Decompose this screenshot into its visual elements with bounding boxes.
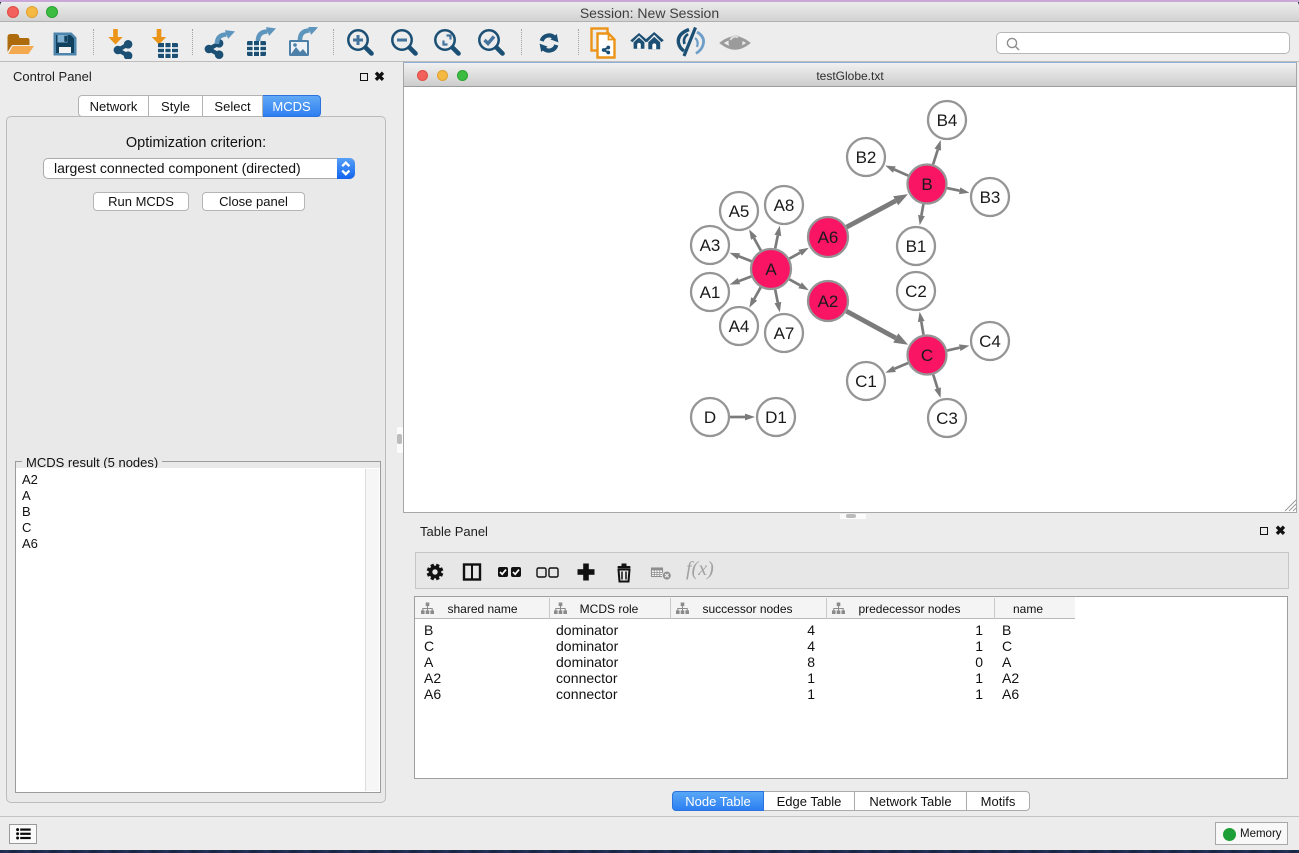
svg-text:A1: A1 [700,283,721,302]
svg-text:C: C [921,346,933,365]
svg-text:C3: C3 [936,409,958,428]
svg-text:A: A [765,260,777,279]
svg-text:B3: B3 [980,188,1001,207]
svg-text:A4: A4 [729,317,750,336]
svg-text:C4: C4 [979,332,1001,351]
svg-text:B2: B2 [856,148,877,167]
svg-text:A7: A7 [774,324,795,343]
svg-text:A5: A5 [729,202,750,221]
svg-text:D1: D1 [765,408,787,427]
svg-text:A2: A2 [818,292,839,311]
svg-text:B4: B4 [937,111,958,130]
svg-text:C2: C2 [905,282,927,301]
svg-text:A3: A3 [700,236,721,255]
svg-text:C1: C1 [855,372,877,391]
svg-text:D: D [704,408,716,427]
svg-text:A8: A8 [774,196,795,215]
svg-text:B: B [921,175,932,194]
svg-text:A6: A6 [818,228,839,247]
svg-text:B1: B1 [906,237,927,256]
